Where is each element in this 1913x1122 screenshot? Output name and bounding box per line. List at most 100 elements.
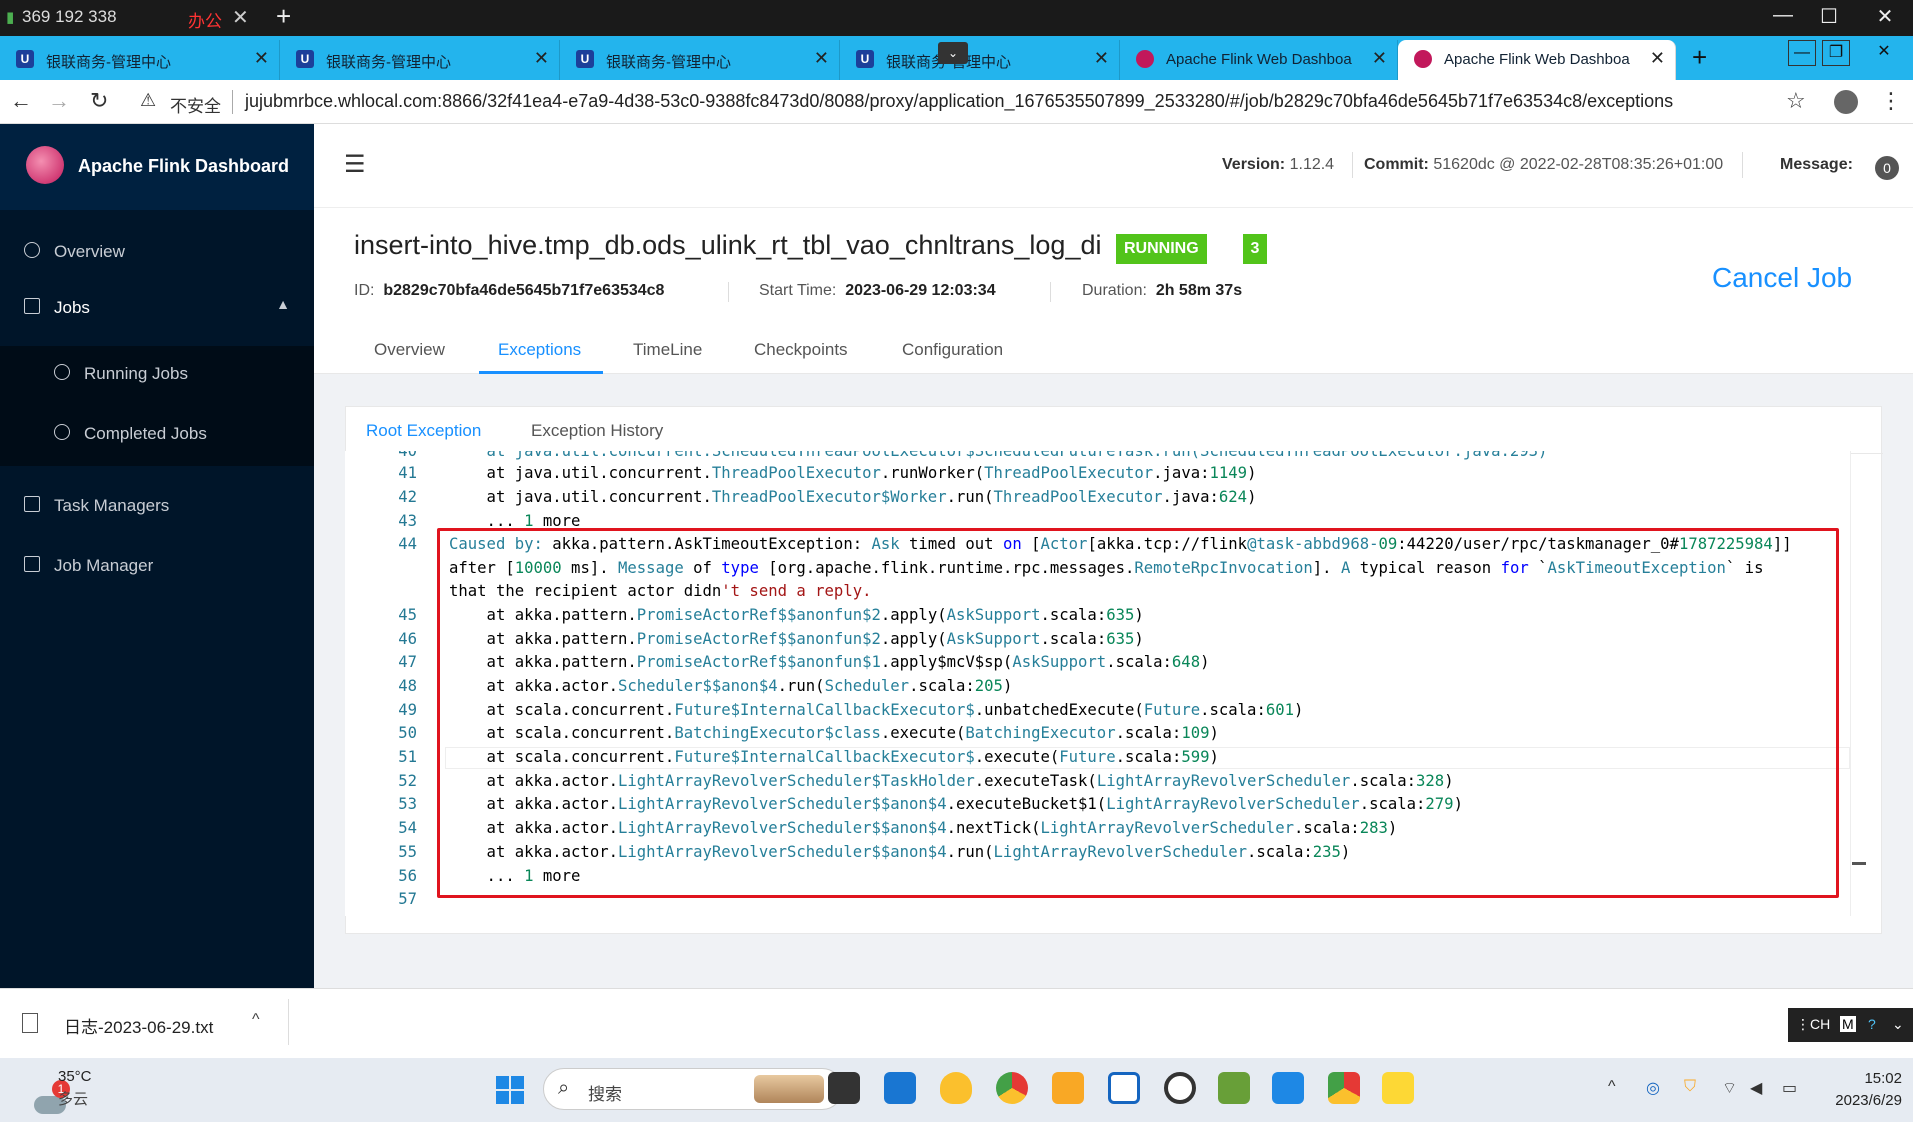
flink-favicon-icon xyxy=(1414,50,1432,68)
tab-exception-history[interactable]: Exception History xyxy=(531,421,663,441)
warning-icon[interactable]: ⚠ xyxy=(140,90,156,111)
address-bar: ← → ↻ ⚠ 不安全 jujubmrbce.whlocal.com:8866/… xyxy=(0,80,1913,124)
brand[interactable]: Apache Flink Dashboard xyxy=(0,124,314,210)
editor-ruler xyxy=(1850,451,1851,916)
task-view-icon[interactable] xyxy=(828,1072,860,1104)
scroll-position-marker[interactable] xyxy=(1852,862,1866,865)
sidebar-item-jobs[interactable]: Jobs ▲ xyxy=(0,280,314,336)
minimize-icon[interactable]: — xyxy=(1788,40,1816,66)
sidebar-item-task-managers[interactable]: Task Managers xyxy=(0,478,314,534)
chevron-down-icon[interactable]: ⌄ xyxy=(1892,1016,1904,1033)
code-line: at java.util.concurrent.ScheduledThreadP… xyxy=(449,451,1548,460)
close-window-button[interactable]: ✕ xyxy=(1870,4,1900,29)
tab-close-icon[interactable]: ✕ xyxy=(1372,48,1387,69)
speaker-icon[interactable]: ◀ xyxy=(1750,1078,1762,1098)
sidebar-item-overview[interactable]: Overview xyxy=(0,224,314,280)
divider xyxy=(232,90,233,114)
chevron-up-icon[interactable]: ^ xyxy=(1608,1078,1616,1096)
line-number: 45 xyxy=(398,606,417,624)
line-number: 52 xyxy=(398,772,417,790)
ime-toolbar[interactable]: ⋮ CH M ? ⌄ xyxy=(1788,1008,1913,1042)
green-app-icon[interactable] xyxy=(1218,1072,1250,1104)
search-highlight-image-icon xyxy=(754,1075,824,1103)
close-icon[interactable]: ✕ xyxy=(232,5,249,30)
kebab-menu-icon[interactable]: ⋮ xyxy=(1880,88,1902,114)
mail-icon[interactable] xyxy=(884,1072,916,1104)
tab-checkpoints[interactable]: Checkpoints xyxy=(754,340,848,360)
browser-tab[interactable]: U 银联商务-管理中心 ✕ xyxy=(560,40,840,80)
line-number: 46 xyxy=(398,630,417,648)
remote-desktop-icon[interactable] xyxy=(1272,1072,1304,1104)
insecure-label[interactable]: 不安全 xyxy=(170,92,221,117)
line-number: 49 xyxy=(398,701,417,719)
restore-icon[interactable]: ❐ xyxy=(1822,40,1850,66)
tab-root-exception[interactable]: Root Exception xyxy=(366,421,481,441)
tab-configuration[interactable]: Configuration xyxy=(902,340,1003,360)
browser-tab[interactable]: U 银联商务-管理中心 ✕ xyxy=(280,40,560,80)
file-icon xyxy=(22,1013,38,1033)
tab-overview[interactable]: Overview xyxy=(374,340,445,360)
taskbar-date[interactable]: 2023/6/29 xyxy=(1820,1092,1902,1109)
tab-search-dropdown-icon[interactable]: ⌄ xyxy=(938,42,968,64)
maximize-window-button[interactable]: ☐ xyxy=(1814,4,1844,29)
line-number: 42 xyxy=(398,488,417,506)
chevron-up-icon[interactable]: ^ xyxy=(252,1011,260,1029)
tab-close-icon[interactable]: ✕ xyxy=(534,48,549,69)
back-icon[interactable]: ← xyxy=(10,88,32,114)
sidebar-item-label: Completed Jobs xyxy=(84,424,207,443)
sidebar-item-completed-jobs[interactable]: Completed Jobs xyxy=(0,406,314,466)
tab-close-icon[interactable]: ✕ xyxy=(814,48,829,69)
cancel-job-button[interactable]: Cancel Job xyxy=(1712,262,1852,294)
yellow-app-icon[interactable] xyxy=(1382,1072,1414,1104)
tab-close-icon[interactable]: ✕ xyxy=(254,48,269,69)
ime-mode2-label[interactable]: M xyxy=(1840,1016,1856,1032)
chrome-active-icon[interactable] xyxy=(1328,1072,1360,1104)
download-filename[interactable]: 日志-2023-06-29.txt xyxy=(64,1013,213,1038)
security-icon[interactable]: ⛉ xyxy=(1684,1078,1696,1096)
window-app-icon[interactable] xyxy=(1108,1072,1140,1104)
job-header: insert-into_hive.tmp_db.ods_ulink_rt_tbl… xyxy=(314,208,1913,374)
windows-start-icon[interactable] xyxy=(496,1076,524,1104)
tab-timeline[interactable]: TimeLine xyxy=(633,340,702,360)
menu-fold-icon[interactable]: ☰ xyxy=(344,150,366,179)
browser-tab[interactable]: Apache Flink Web Dashboa ✕ xyxy=(1120,40,1398,80)
bookmark-star-icon[interactable]: ☆ xyxy=(1786,88,1806,114)
sidebar-item-running-jobs[interactable]: Running Jobs xyxy=(0,346,314,406)
shield-app-icon[interactable] xyxy=(940,1072,972,1104)
reload-icon[interactable]: ↻ xyxy=(90,88,108,114)
tab-exceptions[interactable]: Exceptions xyxy=(498,340,581,360)
browser-tab-active[interactable]: Apache Flink Web Dashboa ✕ xyxy=(1398,40,1676,80)
search-icon: ⌕ xyxy=(558,1077,570,1099)
close-icon[interactable]: ✕ xyxy=(1870,40,1898,66)
new-tab-button[interactable]: + xyxy=(1692,42,1707,73)
url-input[interactable]: jujubmrbce.whlocal.com:8866/32f41ea4-e7a… xyxy=(245,91,1673,112)
browser-tab[interactable]: U 银联商务-管理中心 ✕ xyxy=(0,40,280,80)
line-number: 54 xyxy=(398,819,417,837)
tab-close-icon[interactable]: ✕ xyxy=(1650,48,1665,69)
help-icon[interactable]: ? xyxy=(1868,1016,1876,1032)
tab-close-icon[interactable]: ✕ xyxy=(1094,48,1109,69)
taskbar-search-box[interactable]: ⌕ 搜索 xyxy=(543,1068,843,1110)
chrome-icon[interactable] xyxy=(996,1072,1028,1104)
profile-avatar[interactable] xyxy=(1834,90,1858,114)
taskbar-clock[interactable]: 15:02 xyxy=(1820,1070,1902,1087)
browser-tab[interactable]: U 银联商务-管理中心 ✕ xyxy=(840,40,1120,80)
battery-icon[interactable]: ▭ xyxy=(1782,1078,1797,1098)
weather-widget[interactable]: 1 xyxy=(18,1072,70,1114)
unionpay-favicon-icon: U xyxy=(296,50,314,68)
add-icon[interactable]: + xyxy=(276,1,291,32)
message-count-badge[interactable]: 0 xyxy=(1875,156,1899,180)
calendar-icon xyxy=(24,496,40,512)
vpn-icon[interactable]: ◎ xyxy=(1646,1078,1660,1098)
line-number: 47 xyxy=(398,653,417,671)
spiral-app-icon[interactable] xyxy=(1164,1072,1196,1104)
ime-mode-label[interactable]: CH xyxy=(1810,1016,1830,1032)
tab-label: Apache Flink Web Dashboa xyxy=(1166,51,1352,68)
folder-icon[interactable] xyxy=(1052,1072,1084,1104)
office-label[interactable]: 办公 xyxy=(188,7,222,32)
minimize-window-button[interactable]: — xyxy=(1768,4,1798,27)
tab-label: Apache Flink Web Dashboa xyxy=(1444,51,1630,68)
sidebar-item-job-manager[interactable]: Job Manager xyxy=(0,538,314,594)
wifi-icon[interactable]: ⌔ xyxy=(1722,1078,1737,1098)
forward-icon[interactable]: → xyxy=(48,88,70,114)
